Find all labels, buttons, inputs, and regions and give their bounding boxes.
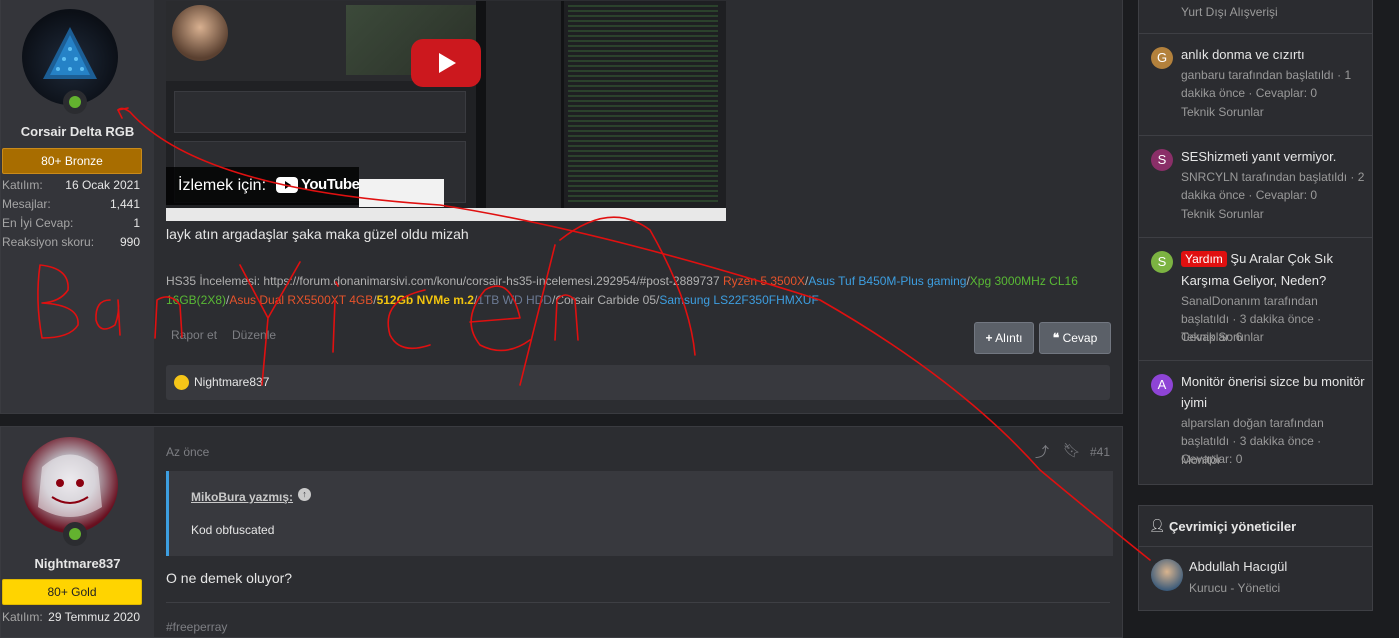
plus-icon: + xyxy=(985,331,993,345)
play-button[interactable] xyxy=(411,39,481,87)
quote-label: Alıntı xyxy=(995,331,1023,345)
video-code-pane xyxy=(564,1,726,211)
post-signature: HS35 İncelemesi: https://forum.donanimar… xyxy=(166,272,1106,310)
stat-joined: Katılım: 29 Temmuz 2020 xyxy=(2,608,140,627)
thread-title[interactable]: anlık donma ve cızırtı xyxy=(1181,44,1366,66)
thread-item[interactable]: A Monitör önerisi sizce bu monitör iyimi… xyxy=(1151,371,1366,481)
username[interactable]: Corsair Delta RGB xyxy=(1,124,154,139)
bookmark-icon[interactable]: 🔖︎ xyxy=(1063,442,1081,459)
edit-link[interactable]: Düzenle xyxy=(232,328,276,342)
thread-forum[interactable]: Yurt Dışı Alışverişi xyxy=(1181,5,1278,19)
users-shield-icon: 👤︎ xyxy=(1149,518,1166,533)
thread-meta: ganbaru tarafından başlatıldı · 1 dakika… xyxy=(1181,68,1352,100)
stat-label: Katılım: xyxy=(2,178,43,192)
reactions-bar[interactable]: Nightmare837 xyxy=(166,365,1110,400)
share-icon[interactable]: ⤴ xyxy=(1035,442,1049,462)
sig-part: Ryzen 5 3500X xyxy=(719,274,806,288)
youtube-watch-overlay[interactable]: İzlemek için: YouTube xyxy=(166,167,360,205)
thread-title[interactable]: Yardım Şu Aralar Çok Sık Karşıma Geliyor… xyxy=(1181,248,1366,291)
youtube-label: YouTube xyxy=(301,176,360,193)
sig-link[interactable]: https://forum.donanimarsivi.com/konu/cor… xyxy=(263,274,719,288)
sig-part: Samsung LS22F350FHMXUF xyxy=(659,293,819,307)
thread-author-avatar[interactable]: S xyxy=(1151,149,1173,171)
post-number[interactable]: #41 xyxy=(1090,445,1110,459)
prefix-badge: Yardım xyxy=(1181,251,1227,267)
reaction-user[interactable]: Nightmare837 xyxy=(194,375,269,389)
video-embed[interactable]: İzlemek için: YouTube xyxy=(166,1,726,221)
user-rank-badge: 80+ Gold xyxy=(2,579,142,605)
post-1-user-panel: Corsair Delta RGB 80+ Bronze Katılım: 16 … xyxy=(1,0,154,413)
laugh-emoji-icon xyxy=(174,375,189,390)
video-thumbnail-right xyxy=(486,1,561,211)
stat-value: 29 Temmuz 2020 xyxy=(48,610,140,624)
sig-part: HS35 İncelemesi: xyxy=(166,274,264,288)
stat-joined: Katılım: 16 Ocak 2021 xyxy=(2,176,140,195)
online-status-icon xyxy=(63,90,87,114)
play-icon xyxy=(439,53,456,73)
thread-meta: SNRCYLN tarafından başlatıldı · 2 dakika… xyxy=(1181,170,1365,202)
stat-value: 16 Ocak 2021 xyxy=(65,178,140,192)
quote-button[interactable]: + Alıntı xyxy=(974,322,1034,354)
post-body-text: O ne demek oluyor? xyxy=(166,570,293,586)
thread-title[interactable]: SEShizmeti yanıt vermiyor. xyxy=(1181,146,1366,168)
thread-title[interactable]: Monitör önerisi sizce bu monitör iyimi xyxy=(1181,371,1366,413)
stat-label: Reaksiyon skoru: xyxy=(2,235,95,249)
sig-part: Asus Dual RX5500XT 4GB xyxy=(229,293,374,307)
post-1: Corsair Delta RGB 80+ Bronze Katılım: 16 … xyxy=(0,0,1123,414)
sig-part: Corsair Carbide 05 xyxy=(555,293,657,307)
username[interactable]: Nightmare837 xyxy=(1,556,154,571)
post-body-text: layk atın argadaşlar şaka maka güzel old… xyxy=(166,226,469,242)
watch-label: İzlemek için: xyxy=(178,177,267,194)
staff-name[interactable]: Abdullah Hacıgül xyxy=(1189,559,1287,574)
thread-author-avatar[interactable]: A xyxy=(1151,374,1173,396)
quote-block: MikoBura yazmış: ↑ Kod obfuscated xyxy=(166,471,1113,556)
post-2: Nightmare837 80+ Gold Katılım: 29 Temmuz … xyxy=(0,426,1123,638)
report-link[interactable]: Rapor et xyxy=(171,328,217,342)
online-status-icon xyxy=(63,522,87,546)
stat-best-answer: En İyi Cevap: 1 xyxy=(2,214,140,233)
post-signature: #freeperray xyxy=(166,620,228,634)
stat-label: Mesajlar: xyxy=(2,197,51,211)
quote-author[interactable]: MikoBura yazmış: xyxy=(191,490,293,504)
thread-forum[interactable]: Monitör xyxy=(1181,453,1221,467)
thread-author-avatar[interactable]: S xyxy=(1151,251,1173,273)
stat-value: 1,441 xyxy=(109,197,140,211)
stat-label: En İyi Cevap: xyxy=(2,216,74,230)
avatar[interactable] xyxy=(22,437,118,533)
sig-part: 512Gb NVMe m.2 xyxy=(376,293,474,307)
avatar[interactable] xyxy=(1151,559,1183,591)
stat-reaction-score: Reaksiyon skoru: 990 xyxy=(2,233,140,252)
stat-label: Katılım: xyxy=(2,610,43,624)
youtube-logo-icon xyxy=(276,177,298,193)
quote-jump-icon[interactable]: ↑ xyxy=(298,488,311,501)
thread-forum[interactable]: Teknik Sorunlar xyxy=(1181,330,1264,344)
user-rank-badge: 80+ Bronze xyxy=(2,148,142,174)
thread-forum[interactable]: Teknik Sorunlar xyxy=(1181,105,1264,119)
stat-messages: Mesajlar: 1,441 xyxy=(2,195,140,214)
channel-avatar xyxy=(172,5,228,61)
thread-item[interactable]: G anlık donma ve cızırtı ganbaru tarafın… xyxy=(1151,44,1366,144)
staff-role: Kurucu - Yönetici xyxy=(1189,581,1281,595)
thread-item[interactable]: S SEShizmeti yanıt vermiyor. SNRCYLN tar… xyxy=(1151,146,1366,246)
post-time[interactable]: Az önce xyxy=(166,445,209,459)
divider xyxy=(166,602,1110,603)
new-threads-widget: Yurt Dışı Alışverişi G anlık donma ve cı… xyxy=(1138,0,1373,485)
reply-button[interactable]: ❝ Cevap xyxy=(1039,322,1111,354)
thread-item[interactable]: S Yardım Şu Aralar Çok Sık Karşıma Geliy… xyxy=(1151,248,1366,358)
online-staff-widget: 👤︎ Çevrimiçi yöneticiler Abdullah Hacıgü… xyxy=(1138,505,1373,611)
stat-value: 1 xyxy=(133,216,140,230)
reply-label: Cevap xyxy=(1062,331,1098,345)
thread-forum[interactable]: Teknik Sorunlar xyxy=(1181,207,1264,221)
sig-part: Asus Tuf B450M-Plus gaming xyxy=(808,274,967,288)
stat-value: 990 xyxy=(119,235,140,249)
sig-part: 1TB WD HDD xyxy=(477,293,552,307)
thread-author-avatar[interactable]: G xyxy=(1151,47,1173,69)
widget-title: Çevrimiçi yöneticiler xyxy=(1169,519,1297,534)
post-2-user-panel: Nightmare837 80+ Gold Katılım: 29 Temmuz … xyxy=(1,427,154,637)
quote-marks-icon: ❝ xyxy=(1052,331,1060,345)
quote-text: Kod obfuscated xyxy=(191,523,275,537)
taskbar xyxy=(166,208,726,221)
